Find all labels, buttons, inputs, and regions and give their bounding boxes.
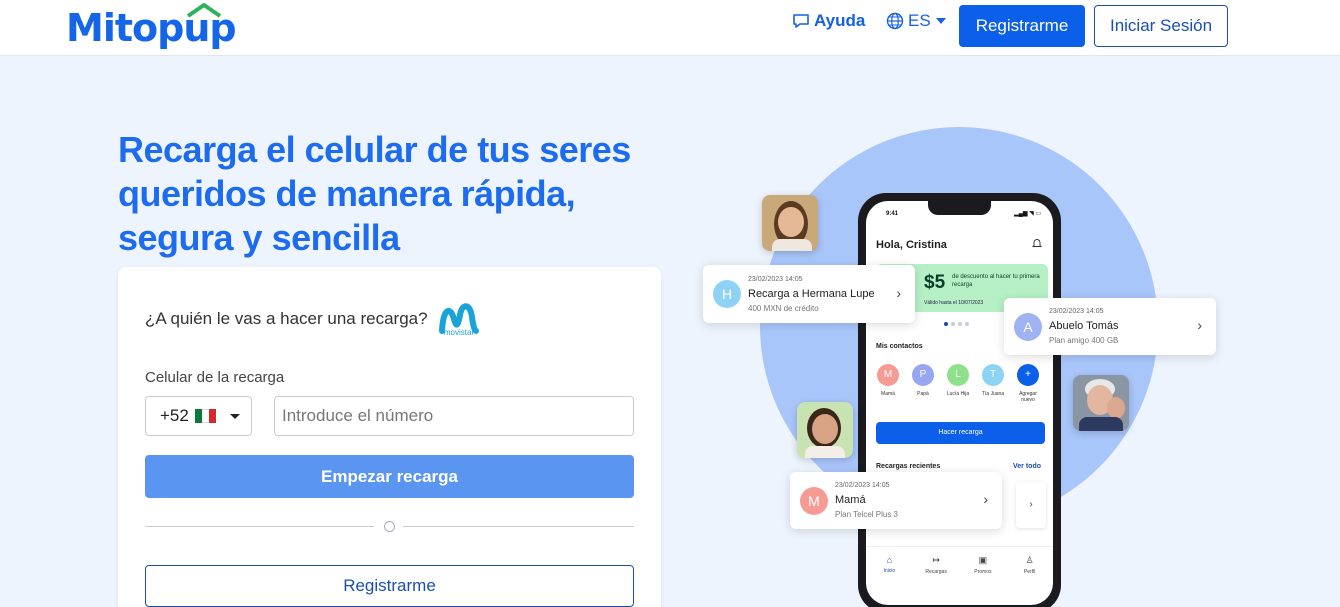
chevron-right-icon: › xyxy=(896,285,901,301)
bell-icon xyxy=(1032,239,1042,247)
contact-avatar: M xyxy=(800,487,828,515)
phone-screen: 9:41 ▂▄▆ ◥ ▭ Hola, Cristina $5 de descue… xyxy=(866,201,1053,605)
photo-woman-call xyxy=(797,402,853,458)
card-date: 23/02/2023 14:05 xyxy=(748,276,803,283)
mexico-flag-icon xyxy=(194,409,216,423)
contact-avatar: L xyxy=(947,364,969,386)
photo-grandparents xyxy=(1073,375,1129,431)
contact-name: Papá xyxy=(917,391,929,397)
nav-label: Inicio xyxy=(883,568,896,574)
hero-title: Recarga el celular de tus seres queridos… xyxy=(118,129,631,258)
card-subtitle: Plan Telcel Plus 3 xyxy=(835,510,898,519)
chevron-right-icon: › xyxy=(1016,482,1046,528)
chat-bubble-icon xyxy=(793,14,809,28)
promo-text: de descuento al hacer tu primera recarga xyxy=(952,274,1040,288)
card-date: 23/02/2023 14:05 xyxy=(1049,308,1104,315)
carousel-dots xyxy=(944,322,969,326)
top-navbar: Mitopup Ayuda ES Registrarme Iniciar Ses… xyxy=(0,0,1340,56)
photo-woman-phone xyxy=(762,195,818,251)
language-selector[interactable]: ES xyxy=(886,10,947,32)
gift-icon: ▣ xyxy=(978,555,988,565)
float-card-lupe: H 23/02/2023 14:05 Recarga a Hermana Lup… xyxy=(703,265,915,323)
nav-label: Promos xyxy=(974,569,992,575)
carrier-name: movistar xyxy=(443,328,475,337)
recharge-question: ¿A quién le vas a hacer una recarga? xyxy=(145,309,428,328)
promo-amount: $5 xyxy=(924,272,946,293)
country-code-select[interactable]: +52 xyxy=(145,396,252,436)
status-time: 9:41 xyxy=(886,211,899,217)
float-card-mama: M 23/02/2023 14:05 Mamá Plan Telcel Plus… xyxy=(790,472,1002,529)
globe-icon xyxy=(886,12,904,30)
nav-label: Perfil xyxy=(1023,569,1036,575)
card-title: Mamá xyxy=(835,494,866,506)
start-recharge-button[interactable]: Empezar recarga xyxy=(145,455,634,498)
mockup-bottom-nav: ⌂ Inicio ↦ Recargas ▣ Promos ♙ Perfil xyxy=(866,546,1053,586)
header-register-button[interactable]: Registrarme xyxy=(959,5,1085,47)
phone-number-input[interactable] xyxy=(274,396,634,436)
card-subtitle: Plan amigo 400 GB xyxy=(1049,336,1119,345)
promo-validity: Válido hasta el 10/07/2023 xyxy=(924,300,984,306)
contact-name: Tía Juana xyxy=(981,391,1005,397)
country-code: +52 xyxy=(160,406,189,425)
float-card-tomas: A 23/02/2023 14:05 Abuelo Tomás Plan ami… xyxy=(1004,298,1216,355)
nav-profile: ♙ Perfil xyxy=(1012,555,1048,586)
contact-item: + Agregar nuevo xyxy=(1013,364,1043,403)
phone-mockup: 9:41 ▂▄▆ ◥ ▭ Hola, Cristina $5 de descue… xyxy=(858,193,1061,607)
help-link[interactable]: Ayuda xyxy=(792,10,865,32)
contact-item: M Mamá xyxy=(873,364,903,397)
contact-name: Mamá xyxy=(881,391,895,397)
card-subtitle: 400 MXN de crédito xyxy=(748,304,819,313)
contact-avatar: H xyxy=(713,280,741,308)
arrow-icon: ↦ xyxy=(932,555,940,565)
contact-avatar: T xyxy=(982,364,1004,386)
nav-label: Recargas xyxy=(925,569,947,575)
card-register-button[interactable]: Registrarme xyxy=(145,565,634,607)
divider-right xyxy=(403,526,634,527)
phone-label: Celular de la recarga xyxy=(145,369,285,386)
help-label: Ayuda xyxy=(814,11,866,30)
header-login-button[interactable]: Iniciar Sesión xyxy=(1094,5,1228,47)
nav-promos: ▣ Promos xyxy=(965,555,1001,586)
chevron-right-icon: › xyxy=(1197,317,1202,333)
contact-avatar: A xyxy=(1014,313,1042,341)
recents-title: Recargas recientes xyxy=(876,463,941,470)
contact-avatar: P xyxy=(912,364,934,386)
caret-down-icon xyxy=(935,18,946,24)
mockup-greeting: Hola, Cristina xyxy=(876,239,947,251)
contacts-title: Mis contactos xyxy=(876,343,923,350)
signal-battery-icon: ▂▄▆ ◥ ▭ xyxy=(1014,211,1042,217)
recharge-card: ¿A quién le vas a hacer una recarga? mov… xyxy=(118,267,661,607)
contact-avatar: M xyxy=(877,364,899,386)
divider-left xyxy=(145,526,374,527)
contact-item: P Papá xyxy=(908,364,938,397)
user-icon: ♙ xyxy=(1025,555,1034,565)
phone-notch xyxy=(928,201,991,215)
chevron-right-icon: › xyxy=(983,491,988,507)
contact-name: Lucía Hija xyxy=(946,391,970,397)
mockup-recharge-button: Hacer recarga xyxy=(876,422,1045,444)
contact-name: Agregar nuevo xyxy=(1019,391,1037,403)
nav-recharges: ↦ Recargas xyxy=(918,555,954,586)
language-label: ES xyxy=(908,11,931,30)
card-date: 23/02/2023 14:05 xyxy=(835,482,890,489)
nav-home: ⌂ Inicio xyxy=(871,555,907,586)
logo-roof-icon xyxy=(186,3,222,18)
divider-circle-icon xyxy=(384,521,395,532)
card-title: Recarga a Hermana Lupe xyxy=(748,288,875,300)
contact-item: T Tía Juana xyxy=(978,364,1008,397)
card-title: Abuelo Tomás xyxy=(1049,320,1119,332)
home-icon: ⌂ xyxy=(886,555,893,565)
add-contact-icon: + xyxy=(1017,364,1039,386)
caret-down-icon xyxy=(229,413,240,419)
see-all-link: Ver todo xyxy=(1013,463,1042,470)
contact-item: L Lucía Hija xyxy=(943,364,973,397)
